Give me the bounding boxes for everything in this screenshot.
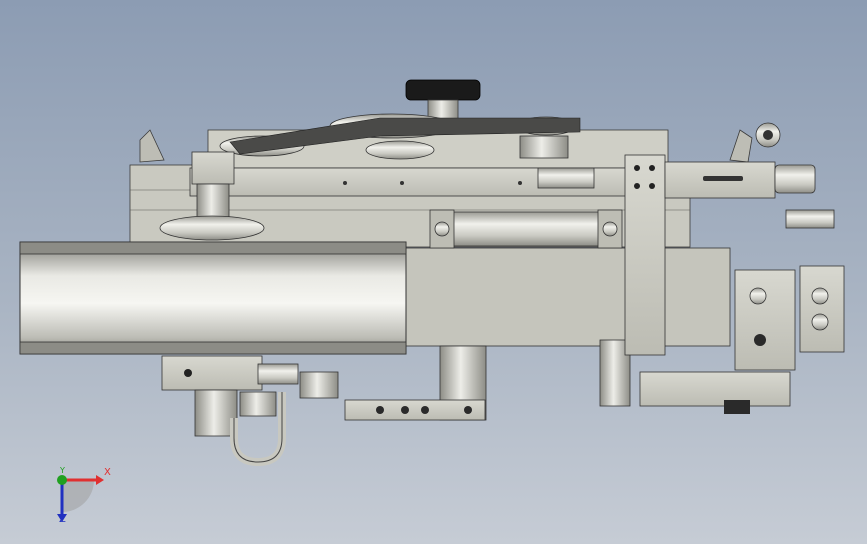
axis-triad: X Y Z [44, 462, 124, 532]
drum-roller[interactable] [19, 241, 407, 355]
lower-hub[interactable] [161, 355, 339, 467]
top-knob[interactable] [405, 79, 481, 121]
assembly-model[interactable] [0, 0, 867, 544]
x-axis-label: X [104, 467, 111, 478]
z-axis-label: Z [59, 514, 66, 525]
cad-viewport[interactable]: X Y Z [0, 0, 867, 544]
triad-plane-icon [62, 480, 94, 512]
belt-pulley-group[interactable] [219, 113, 581, 160]
pneumatic-cylinder[interactable] [429, 209, 623, 249]
y-axis-dot-icon [57, 475, 67, 485]
y-axis-label: Y [60, 466, 65, 475]
